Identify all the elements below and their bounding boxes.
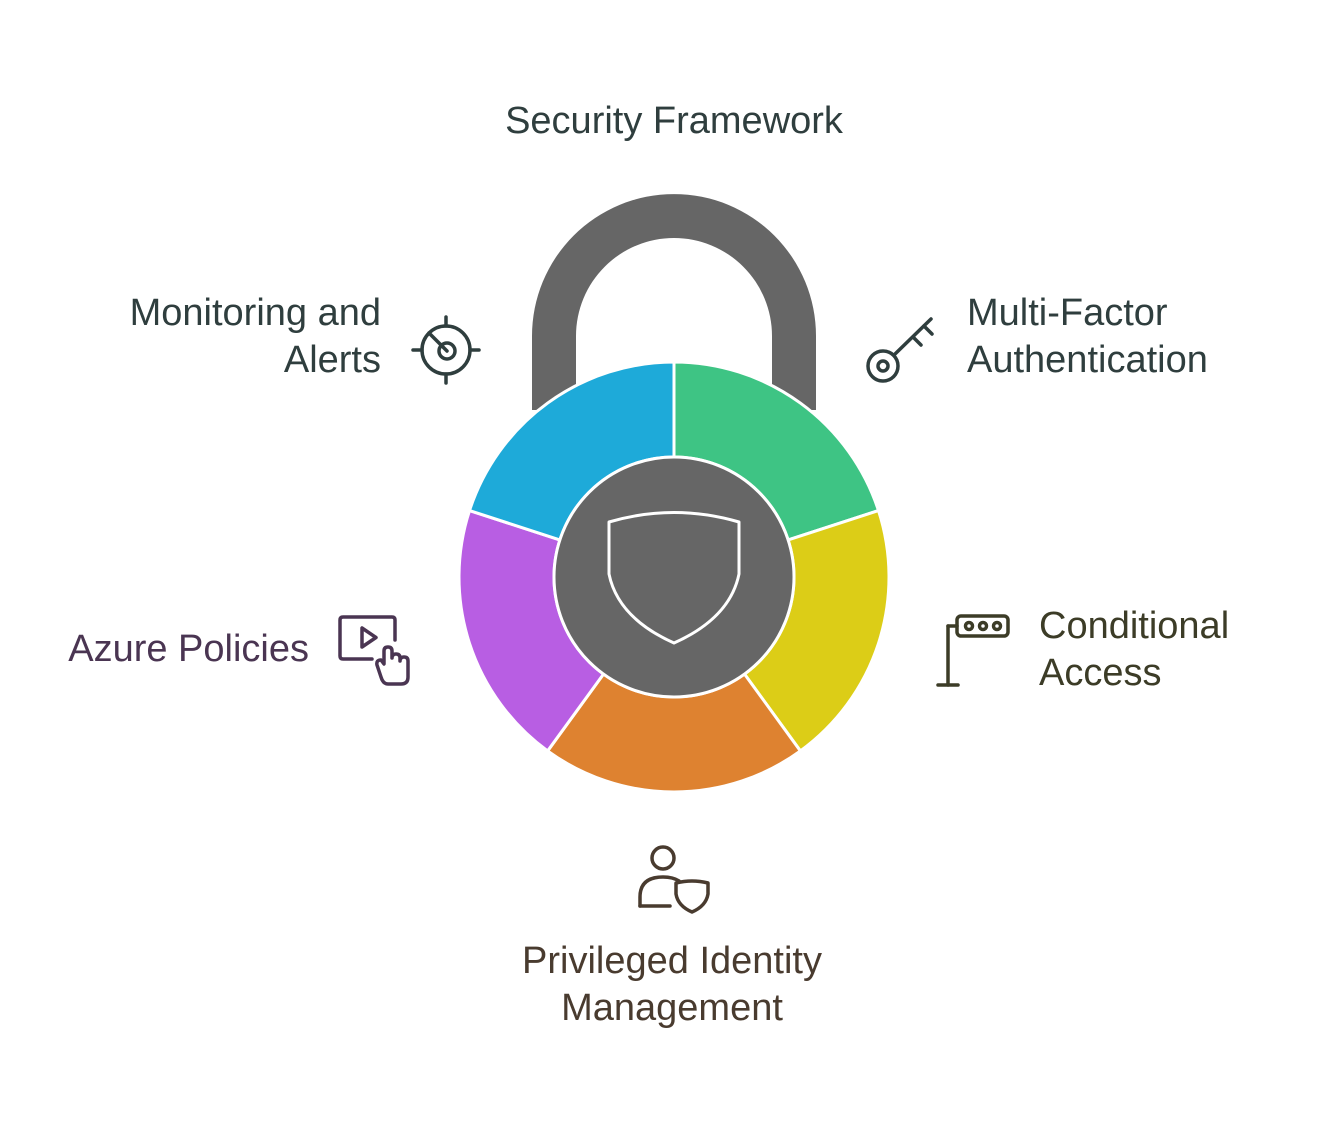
radar-icon [411,315,481,385]
user-shield-icon [638,845,710,914]
label-line: Conditional [1039,605,1230,647]
key-icon [866,317,934,383]
label-line: Alerts [283,339,381,381]
label-multi-factor-authentication: Multi-Factor Authentication [967,290,1208,384]
label-privileged-identity-management: Privileged Identity Management [472,938,872,1032]
barrier-gate-icon [936,614,1010,687]
label-line: Management [561,987,783,1029]
label-line: Multi-Factor [967,292,1168,334]
label-line: Privileged Identity [522,940,822,982]
label-monitoring-and-alerts: Monitoring and Alerts [130,290,381,384]
label-conditional-access: Conditional Access [1039,603,1229,697]
diagram-title: Security Framework [505,100,843,142]
label-line: Azure Policies [68,628,309,670]
lock-core [552,455,796,699]
label-line: Access [1039,652,1162,694]
label-azure-policies: Azure Policies [68,626,309,673]
video-touch-icon [338,615,410,686]
label-line: Authentication [967,339,1208,381]
label-line: Monitoring and [129,292,381,334]
